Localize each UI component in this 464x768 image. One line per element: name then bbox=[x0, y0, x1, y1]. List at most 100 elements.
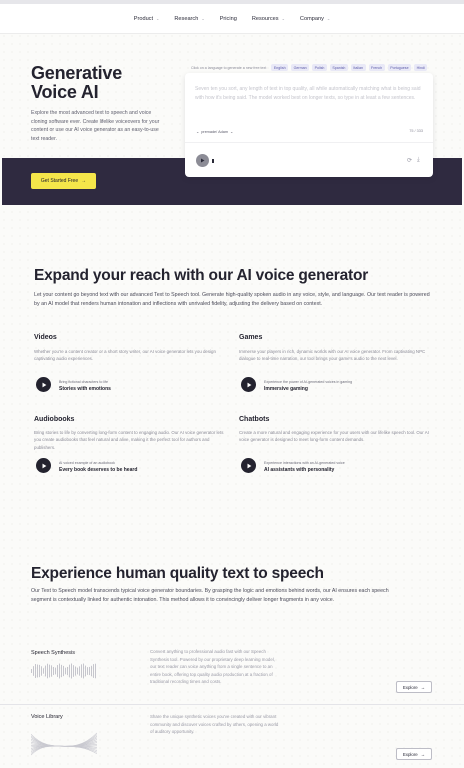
waveform-bar bbox=[59, 663, 60, 679]
feature-title: Games bbox=[239, 334, 263, 341]
waveform-bar bbox=[65, 667, 66, 675]
language-hint: Click on a language to generate a new fr… bbox=[191, 65, 267, 70]
chevron-down-icon: ⌄ bbox=[326, 16, 331, 21]
hero-description: Explore the most advanced text to speech… bbox=[31, 110, 160, 142]
language-chip-french[interactable]: French bbox=[368, 64, 385, 71]
nav-item-pricing[interactable]: Pricing bbox=[220, 16, 237, 22]
nav-item-label: Company bbox=[299, 15, 324, 22]
waveform-bar bbox=[33, 666, 34, 676]
explore-label: Explore bbox=[402, 684, 418, 690]
divider bbox=[185, 142, 433, 143]
waveform-bar bbox=[81, 664, 82, 678]
waveform-bar bbox=[75, 666, 76, 676]
waveform-bar bbox=[73, 665, 74, 677]
download-icon[interactable]: ⤓ bbox=[417, 157, 420, 164]
language-chip-german[interactable]: German bbox=[291, 64, 310, 71]
waveform-bar bbox=[89, 666, 90, 676]
tts-card: Seven ten you sort, any length of text i… bbox=[185, 73, 433, 177]
nav-item-label: Research bbox=[174, 15, 199, 22]
nav-item-resources[interactable]: Resources ⌄ bbox=[252, 16, 285, 22]
explore-label: Explore bbox=[402, 751, 418, 757]
waveform-bar bbox=[37, 664, 38, 678]
language-chip-hindi[interactable]: Hindi bbox=[414, 64, 428, 71]
waveform-bar bbox=[63, 665, 64, 677]
play-icon bbox=[247, 382, 251, 387]
nav-item-label: Product bbox=[133, 15, 154, 22]
feature-title: Chatbots bbox=[239, 416, 270, 423]
tts-text-input[interactable]: Seven ten you sort, any length of text i… bbox=[195, 85, 421, 103]
nav-item-product[interactable]: Product ⌄ bbox=[134, 16, 160, 22]
arrow-right-icon: → bbox=[420, 751, 426, 757]
row-description: Share the unique synthetic voices you've… bbox=[150, 714, 279, 735]
feature-play-button[interactable] bbox=[241, 458, 256, 473]
waveform-bar bbox=[67, 666, 68, 676]
waveform-bar bbox=[61, 664, 62, 678]
section-voice-title: Expand your reach with our AI voice gene… bbox=[34, 267, 369, 284]
character-count: 75 / 333 bbox=[409, 129, 423, 133]
waveform-bar bbox=[45, 665, 46, 677]
feature-subtitle: Every book deserves to be heard bbox=[59, 467, 138, 473]
waveform-bar bbox=[85, 665, 86, 677]
waveform-bar bbox=[41, 666, 42, 676]
nav-item-research[interactable]: Research ⌄ bbox=[174, 16, 204, 22]
language-chip-english[interactable]: English bbox=[271, 64, 289, 71]
voice-library-graphic bbox=[31, 732, 97, 756]
row-description: Convert anything to professional audio f… bbox=[150, 649, 275, 685]
refresh-icon[interactable]: ⟳ bbox=[407, 157, 412, 164]
feature-subtitle: Stories with emotions bbox=[59, 386, 111, 392]
feature-caption: AI voiced example of an audiobook bbox=[59, 461, 115, 465]
waveform-bar bbox=[87, 667, 88, 675]
get-started-button[interactable]: Get Started Free → bbox=[31, 173, 96, 189]
feature-play-button[interactable] bbox=[241, 377, 256, 392]
language-chip-spanish[interactable]: Spanish bbox=[329, 64, 348, 71]
language-chip-polish[interactable]: Polish bbox=[312, 64, 327, 71]
hero-title-line-2: Voice AI bbox=[31, 82, 99, 102]
row-title-speech-synthesis: Speech Synthesis bbox=[31, 650, 76, 656]
feature-play-button[interactable] bbox=[36, 377, 51, 392]
play-icon bbox=[201, 158, 205, 163]
feature-subtitle: AI assistants with personality bbox=[264, 467, 335, 473]
feature-description: Create a more natural and engaging exper… bbox=[239, 430, 429, 443]
waveform-bar bbox=[51, 665, 52, 677]
waveform-bar bbox=[35, 663, 36, 679]
section-quality-title: Experience human quality text to speech bbox=[31, 565, 324, 582]
waveform-bar bbox=[91, 665, 92, 677]
hero-title: Generative Voice AI bbox=[31, 64, 161, 102]
nav-item-label: Resources bbox=[251, 15, 279, 22]
row-title-voice-library: Voice Library bbox=[31, 714, 63, 720]
arrow-right-icon: → bbox=[420, 684, 426, 690]
waveform-bar bbox=[39, 664, 40, 678]
feature-caption: Bring fictional characters to life bbox=[59, 380, 108, 384]
row-divider bbox=[0, 704, 464, 705]
voice-selector[interactable]: ⌄ premade/ Adam ⌄ bbox=[196, 129, 234, 135]
explore-speech-synthesis-button[interactable]: Explore → bbox=[396, 681, 432, 693]
tts-play-button[interactable] bbox=[196, 154, 209, 167]
chevron-down-icon: ⌄ bbox=[281, 16, 285, 21]
audio-progress-marker[interactable] bbox=[212, 159, 214, 163]
get-started-label: Get Started Free bbox=[40, 178, 79, 184]
waveform-bar bbox=[49, 664, 50, 678]
main-nav: Product ⌄ Research ⌄ Pricing Resources ⌄… bbox=[0, 4, 464, 34]
language-chip-italian[interactable]: Italian bbox=[350, 64, 366, 71]
arrow-right-icon: → bbox=[81, 178, 87, 184]
language-selector: Click on a language to generate a new fr… bbox=[191, 64, 428, 71]
page: Product ⌄ Research ⌄ Pricing Resources ⌄… bbox=[0, 0, 464, 768]
chevron-down-icon: ⌄ bbox=[230, 130, 234, 134]
explore-voice-library-button[interactable]: Explore → bbox=[396, 748, 432, 760]
waveform-bar bbox=[71, 663, 72, 679]
voice-selector-label: premade/ Adam bbox=[201, 129, 228, 134]
feature-title: Audiobooks bbox=[34, 416, 75, 423]
section-voice-description: Let your content go beyond text with our… bbox=[34, 292, 430, 307]
play-icon bbox=[247, 463, 251, 468]
play-icon bbox=[42, 463, 46, 468]
waveform-bar bbox=[95, 663, 96, 679]
feature-play-button[interactable] bbox=[36, 458, 51, 473]
feature-caption: Experience interactions with an AI-gener… bbox=[264, 461, 345, 465]
waveform-bar bbox=[57, 665, 58, 677]
nav-item-company[interactable]: Company ⌄ bbox=[300, 16, 330, 22]
waveform-bar bbox=[55, 667, 56, 675]
chevron-down-icon: ⌄ bbox=[201, 16, 205, 21]
waveform-bar bbox=[79, 666, 80, 676]
waveform-bar bbox=[93, 664, 94, 678]
language-chip-portuguese[interactable]: Portuguese bbox=[387, 64, 412, 71]
